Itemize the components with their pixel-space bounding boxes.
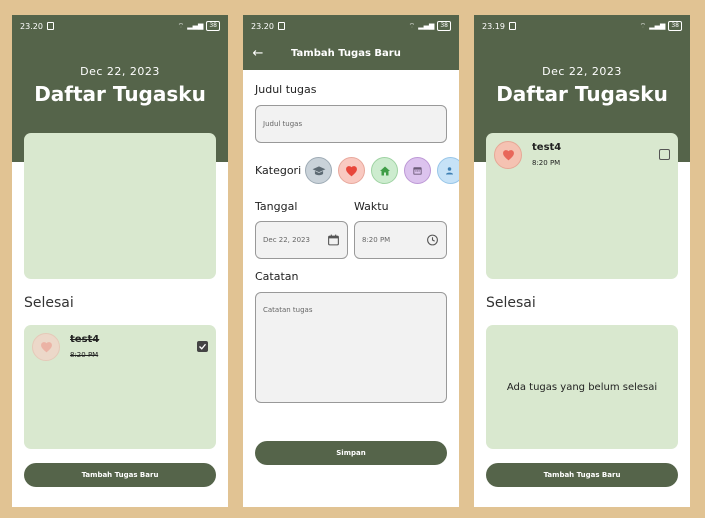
category-calendar[interactable] — [404, 157, 431, 184]
status-time: 23.20 — [251, 21, 274, 31]
empty-state-message: Ada tugas yang belum selesai — [506, 381, 658, 393]
status-bar: 23.19 ⌔ ▂▄▆ 38 — [474, 15, 690, 37]
time-picker-field[interactable]: 8:20 PM — [354, 221, 447, 259]
calendar-icon — [413, 167, 422, 175]
app-bar: ← Tambah Tugas Baru — [243, 37, 459, 70]
signal-icon: ▂▄▆ — [187, 22, 204, 30]
heart-icon — [502, 150, 514, 161]
battery-icon: 38 — [437, 21, 451, 31]
task-time: 8:20 PM — [70, 351, 99, 359]
status-time: 23.20 — [20, 21, 43, 31]
wifi-icon: ⌔ — [177, 21, 185, 30]
task-checkbox[interactable] — [197, 341, 208, 352]
battery-icon: 38 — [206, 21, 220, 31]
done-section-label: Selesai — [486, 295, 536, 311]
notes-label: Catatan — [255, 270, 299, 283]
status-bar: 23.20 ⌔ ▂▄▆ 38 — [243, 15, 459, 37]
notification-icon — [46, 22, 54, 30]
category-picker — [305, 157, 459, 185]
phone-screen-task-list-completed: 23.20 ⌔ ▂▄▆ 38 Dec 22, 2023 Daftar Tugas… — [12, 15, 228, 507]
notes-textarea[interactable]: Catatan tugas — [255, 292, 447, 403]
notes-placeholder: Catatan tugas — [263, 306, 313, 314]
done-tasks-card: test4 8:20 PM — [24, 325, 216, 449]
add-task-button[interactable]: Tambah Tugas Baru — [486, 463, 678, 487]
task-category-avatar — [494, 141, 522, 169]
notification-icon — [277, 22, 285, 30]
time-value: 8:20 PM — [362, 236, 391, 244]
time-label: Waktu — [354, 200, 389, 213]
header-date: Dec 22, 2023 — [542, 65, 622, 78]
category-education[interactable] — [305, 157, 332, 184]
graduation-cap-icon — [312, 165, 325, 175]
battery-icon: 38 — [668, 21, 682, 31]
date-value: Dec 22, 2023 — [263, 236, 310, 244]
pending-tasks-card: test4 8:20 PM — [486, 133, 678, 279]
task-category-avatar — [32, 333, 60, 361]
arrow-back-icon[interactable]: ← — [243, 46, 273, 61]
title-label: Judul tugas — [255, 83, 317, 96]
calendar-icon[interactable] — [327, 234, 340, 247]
save-button[interactable]: Simpan — [255, 441, 447, 465]
header-date: Dec 22, 2023 — [80, 65, 160, 78]
task-name: test4 — [70, 334, 100, 345]
people-icon — [445, 166, 453, 174]
notification-icon — [508, 22, 516, 30]
status-bar: 23.20 ⌔ ▂▄▆ 38 — [12, 15, 228, 37]
phone-screen-add-task: 23.20 ⌔ ▂▄▆ 38 ← Tambah Tugas Baru Judul… — [243, 15, 459, 507]
title-placeholder: Judul tugas — [263, 120, 303, 128]
task-checkbox[interactable] — [659, 149, 670, 160]
date-picker-field[interactable]: Dec 22, 2023 — [255, 221, 348, 259]
title-input[interactable]: Judul tugas — [255, 105, 447, 143]
page-title: Daftar Tugasku — [34, 82, 206, 106]
task-time: 8:20 PM — [532, 159, 561, 167]
pending-tasks-card — [24, 133, 216, 279]
task-item[interactable]: test4 8:20 PM — [32, 333, 208, 363]
wifi-icon: ⌔ — [408, 21, 416, 30]
date-label: Tanggal — [255, 200, 298, 213]
add-task-button[interactable]: Tambah Tugas Baru — [24, 463, 216, 487]
category-health[interactable] — [338, 157, 365, 184]
signal-icon: ▂▄▆ — [418, 22, 435, 30]
page-title: Daftar Tugasku — [496, 82, 668, 106]
phone-screen-task-list-pending: 23.19 ⌔ ▂▄▆ 38 Dec 22, 2023 Daftar Tugas… — [474, 15, 690, 507]
category-label: Kategori — [255, 164, 302, 177]
home-icon — [379, 166, 390, 175]
category-people[interactable] — [437, 157, 459, 184]
heart-icon — [346, 165, 357, 176]
task-item[interactable]: test4 8:20 PM — [494, 141, 670, 171]
wifi-icon: ⌔ — [639, 21, 647, 30]
app-bar-title: Tambah Tugas Baru — [291, 48, 401, 59]
heart-icon — [40, 342, 52, 353]
check-icon — [199, 343, 207, 350]
signal-icon: ▂▄▆ — [649, 22, 666, 30]
clock-icon[interactable] — [426, 234, 439, 247]
done-section-label: Selesai — [24, 295, 74, 311]
category-home[interactable] — [371, 157, 398, 184]
status-time: 23.19 — [482, 21, 505, 31]
done-tasks-card: Ada tugas yang belum selesai — [486, 325, 678, 449]
task-name: test4 — [532, 142, 562, 153]
